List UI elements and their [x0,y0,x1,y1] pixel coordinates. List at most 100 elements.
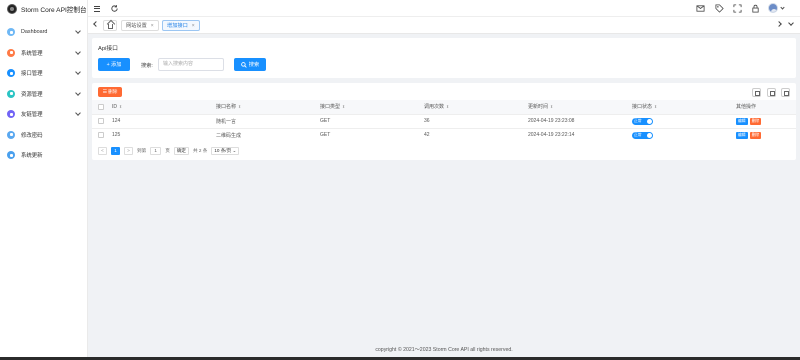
row-delete-button[interactable]: 删除 [749,117,762,125]
close-icon[interactable]: × [192,23,195,29]
sort-icon[interactable]: ⬍ [654,104,657,109]
tab-label: 网站设置 [126,23,147,29]
sidebar-item-label: 系统管理 [21,50,43,57]
status-toggle[interactable]: 正常 [632,117,653,125]
chevron-down-icon[interactable] [788,20,794,26]
sidebar-item-label: 系统更新 [21,153,43,160]
sidebar-item-label: 友链管理 [21,112,43,119]
delete-button[interactable]: ☰ 删除 [98,87,122,97]
tab-add-api[interactable]: 增加接口 × [162,20,200,31]
sort-icon[interactable]: ⬍ [238,104,241,109]
goto-page-input[interactable]: 1 [150,147,162,155]
export-icon[interactable] [767,88,776,97]
header-label: 接口类型 [320,104,341,111]
goto-label: 到第 [137,148,147,153]
app-title: Storm Core API控制台 [21,7,87,14]
refresh-icon[interactable] [110,4,119,13]
close-icon[interactable]: × [151,23,154,29]
trash-icon: ☰ [102,89,108,95]
page-button[interactable]: 1 [111,147,120,155]
cell-name: 随机一言 [216,118,237,125]
chevron-right-icon[interactable] [776,21,782,27]
footer-copyright: copyright © 2021～2023 Storm Core API all… [375,347,513,353]
search-button[interactable]: 搜索 [234,58,266,71]
sort-icon[interactable]: ⬍ [119,104,122,109]
tab-site-settings[interactable]: 网站设置 × [121,20,159,31]
chevron-down-icon[interactable] [780,5,785,10]
messages-icon[interactable] [696,4,705,13]
update-icon [7,151,15,160]
cell-calls: 42 [424,132,430,139]
sidebar-item-label: 资源管理 [21,91,43,98]
row-checkbox[interactable] [98,132,104,139]
api-icon [7,69,15,78]
sidebar-item-links[interactable]: 友链管理 [0,104,87,125]
total-count: 共 2 条 [193,148,208,153]
sidebar-item-system[interactable]: 系统管理 [0,43,87,64]
cell-updated: 2024-04-19 23:22:14 [528,132,575,139]
sidebar-menu: Dashboard 系统管理 接口管理 资源管理 友链管理 修改密码 系统更新 [0,22,87,166]
sort-icon[interactable]: ⬍ [446,104,449,109]
header-label: 更新时间 [528,104,549,111]
next-page-button[interactable]: > [124,147,133,155]
column-header-calls[interactable]: 调用次数 ⬍ [424,100,528,114]
sidebar-item-api[interactable]: 接口管理 [0,63,87,84]
sidebar-item-label: 接口管理 [21,71,43,78]
home-icon [107,24,113,29]
search-panel: Api接口 + 添加 搜索: 输入搜索内容 搜索 [92,38,796,78]
page-size-value: 10 条/页 [214,148,232,153]
fullscreen-icon[interactable] [733,4,742,13]
resources-icon [7,89,15,98]
add-button[interactable]: + 添加 [98,58,130,71]
columns-filter-icon[interactable] [752,88,761,97]
column-header-updated[interactable]: 更新时间 ⬍ [528,100,632,114]
panel-title: Api接口 [98,46,118,52]
row-delete-button[interactable]: 删除 [749,131,762,139]
sidebar-item-dashboard[interactable]: Dashboard [0,22,87,43]
edit-button[interactable]: 编辑 [736,131,748,139]
main-content: Api接口 + 添加 搜索: 输入搜索内容 搜索 ☰ 删除 ID ⬍ 接口名称 ⬍ [92,38,796,160]
page-size-select[interactable]: 10 条/页 ⌄ [211,147,240,155]
cell-type: GET [320,132,331,139]
cell-id: 124 [112,118,121,124]
table-row: 125 二维码生成 GET 42 2024-04-19 23:22:14 正常 … [92,128,796,142]
chevron-left-icon[interactable] [93,21,99,27]
tag-icon[interactable] [715,4,724,13]
cell-calls: 36 [424,118,430,124]
column-header-id[interactable]: ID ⬍ [112,100,216,114]
app-logo [7,4,17,14]
header-label: 其他操作 [736,104,757,111]
cell-updated: 2024-04-19 23:23:08 [528,118,575,124]
lock-screen-icon[interactable] [751,4,760,13]
tab-bar: 网站设置 × 增加接口 × [88,17,800,34]
print-icon[interactable] [781,88,790,97]
sidebar-item-resources[interactable]: 资源管理 [0,84,87,105]
table-header-row: ID ⬍ 接口名称 ⬍ 接口类型 ⬍ 调用次数 ⬍ 更新时间 ⬍ 接口状态 ⬍ 其他操作 [92,100,796,114]
search-input[interactable]: 输入搜索内容 [158,58,224,71]
column-header-name[interactable]: 接口名称 ⬍ [216,100,320,114]
sort-icon[interactable]: ⬍ [550,104,553,109]
delete-button-label: 删除 [108,89,118,94]
chevron-down-icon [75,48,81,55]
tab-home[interactable] [103,20,117,31]
search-icon [240,61,247,68]
cell-type: GET [320,118,331,124]
avatar[interactable] [768,3,778,13]
sidebar-item-update[interactable]: 系统更新 [0,145,87,166]
sort-icon[interactable]: ⬍ [342,104,345,109]
status-toggle[interactable]: 正常 [632,131,653,139]
brand[interactable]: Storm Core API控制台 [0,0,87,18]
select-all-checkbox[interactable] [98,103,104,110]
column-header-type[interactable]: 接口类型 ⬍ [320,100,424,114]
menu-toggle-icon[interactable] [93,4,102,13]
column-header-status[interactable]: 接口状态 ⬍ [632,100,736,114]
chevron-down-icon [75,69,81,75]
top-header [88,0,800,17]
edit-button[interactable]: 编辑 [736,117,748,125]
goto-confirm-button[interactable]: 确定 [173,147,190,155]
prev-page-button[interactable]: < [98,147,107,155]
row-checkbox[interactable] [98,117,104,124]
sidebar-item-password[interactable]: 修改密码 [0,125,87,146]
table-row: 124 随机一言 GET 36 2024-04-19 23:23:08 正常 编… [92,114,796,128]
sidebar-item-label: 修改密码 [21,132,43,139]
